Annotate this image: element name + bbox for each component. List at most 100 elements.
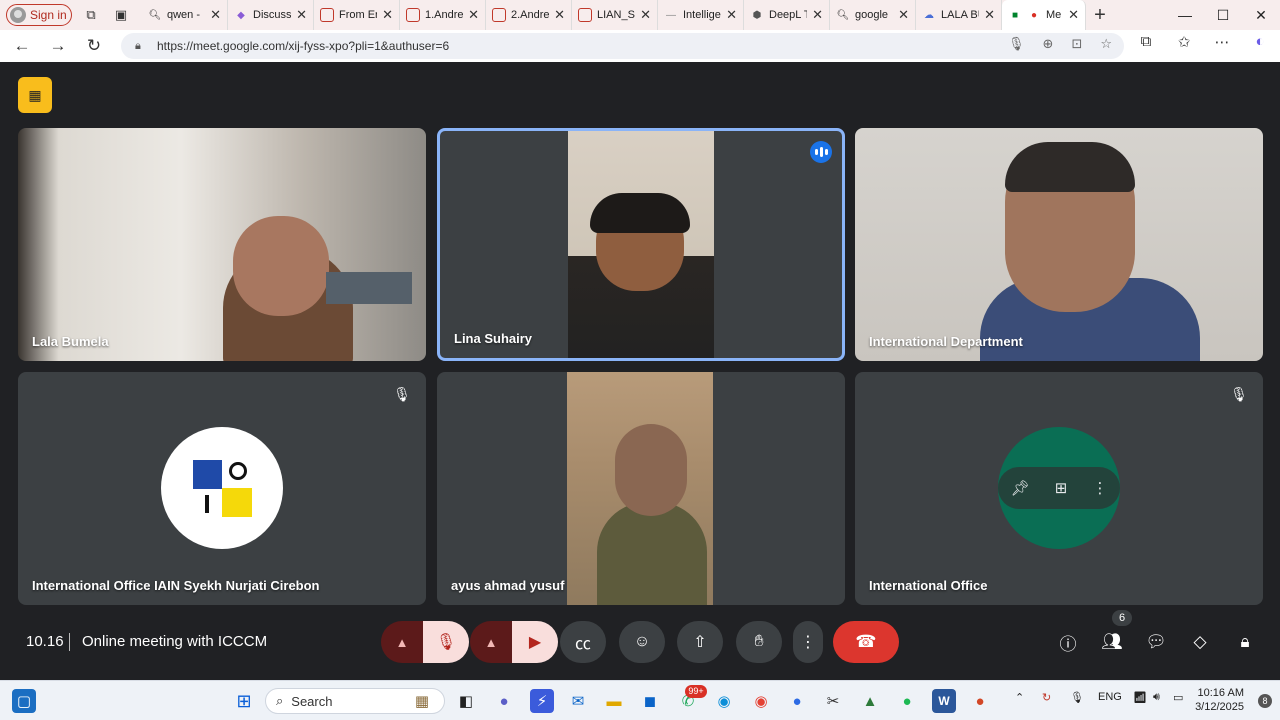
- language-indicator[interactable]: ENG: [1098, 691, 1122, 703]
- task-view-icon[interactable]: ◧: [454, 689, 478, 713]
- forward-icon[interactable]: →: [40, 30, 76, 62]
- chat-app-icon[interactable]: ●: [492, 689, 516, 713]
- tab[interactable]: — Intellige ✕: [658, 0, 744, 30]
- chrome-icon[interactable]: ◉: [749, 689, 773, 713]
- tab[interactable]: 🔍︎ google ✕: [830, 0, 916, 30]
- host-controls-icon[interactable]: 🔒︎: [1228, 625, 1262, 659]
- pdf-icon: [492, 8, 506, 22]
- site-info-icon[interactable]: 🔒︎: [135, 40, 149, 53]
- browser-tab-bar: Sign in ⧉ ▣ 🔍︎ qwen - ✕ ◆ Discuss ✕ From Er ✕…: [0, 0, 1280, 30]
- adjust-frame-icon[interactable]: ⊞: [1055, 479, 1068, 497]
- close-tab-icon[interactable]: ✕: [554, 7, 565, 23]
- close-tab-icon[interactable]: ✕: [382, 7, 393, 23]
- activities-icon[interactable]: ◇: [1183, 625, 1217, 659]
- participant-tile[interactable]: Lala Bumela: [18, 128, 426, 361]
- close-tab-icon[interactable]: ✕: [898, 7, 909, 23]
- tab[interactable]: From Er ✕: [314, 0, 400, 30]
- leave-call-button[interactable]: ☎︎: [833, 621, 899, 663]
- mail-icon[interactable]: ✉︎: [566, 689, 590, 713]
- back-icon[interactable]: ←: [4, 30, 40, 62]
- zoom-icon[interactable]: ⊕: [1043, 36, 1054, 52]
- word-icon[interactable]: W: [932, 689, 956, 713]
- people-icon[interactable]: 👥︎: [1095, 625, 1129, 659]
- store-icon[interactable]: ◼︎: [638, 689, 662, 713]
- close-tab-icon[interactable]: ✕: [984, 7, 995, 23]
- extensions-icon[interactable]: ⧉: [1134, 33, 1158, 51]
- meeting-details-icon[interactable]: ⓘ: [1051, 625, 1085, 659]
- camera-off-button[interactable]: ▶︎: [512, 621, 558, 663]
- url-text: https://meet.google.com/xij-fyss-xpo?pli…: [157, 39, 450, 53]
- cloud-icon: ☁: [924, 9, 934, 21]
- file-explorer-icon[interactable]: ▬: [602, 689, 626, 713]
- minimize-icon[interactable]: —: [1166, 0, 1204, 30]
- tab-active[interactable]: ■ ● Me ✕: [1002, 0, 1086, 30]
- maximize-icon[interactable]: ☐: [1204, 0, 1242, 30]
- raise-hand-button[interactable]: ✋︎: [736, 621, 782, 663]
- close-tab-icon[interactable]: ✕: [640, 7, 651, 23]
- audio-options-chevron-icon[interactable]: ▲: [381, 621, 423, 663]
- close-tab-icon[interactable]: ✕: [296, 7, 307, 23]
- close-window-icon[interactable]: ✕: [1242, 0, 1280, 30]
- spotify-icon[interactable]: ●: [895, 689, 919, 713]
- notification-count[interactable]: 8: [1258, 694, 1272, 708]
- emoji-button[interactable]: ☺: [619, 621, 665, 663]
- tab-actions-icon[interactable]: ▣: [110, 4, 132, 26]
- pin-icon[interactable]: 📌︎: [1011, 479, 1030, 497]
- start-icon[interactable]: ⊞: [232, 689, 256, 713]
- participant-tile[interactable]: 🎙︎ 📌︎ ⊞ ⋮ International Office: [855, 372, 1263, 605]
- close-tab-icon[interactable]: ✕: [812, 7, 823, 23]
- captions-off-icon[interactable]: ▦: [18, 77, 52, 113]
- refresh-icon[interactable]: ↻: [76, 30, 112, 62]
- video-options-chevron-icon[interactable]: ▲: [470, 621, 512, 663]
- snipping-icon[interactable]: ✂︎: [821, 689, 845, 713]
- tab[interactable]: 🔍︎ qwen - ✕: [142, 0, 228, 30]
- favorite-star-icon[interactable]: ☆: [1100, 36, 1112, 52]
- app-available-icon[interactable]: ⊡: [1071, 36, 1082, 52]
- powerpoint-icon[interactable]: ●: [968, 689, 992, 713]
- window-controls: — ☐ ✕: [1166, 0, 1280, 30]
- participant-name: Lina Suhairy: [454, 331, 533, 346]
- show-hidden-icons[interactable]: ⌃: [1015, 691, 1024, 704]
- zoom-app-icon[interactable]: ●: [785, 689, 809, 713]
- participant-tile-speaking[interactable]: Lina Suhairy: [437, 128, 845, 361]
- mic-off-button[interactable]: 🎙︎: [423, 621, 469, 663]
- maps-icon[interactable]: ▲: [858, 689, 882, 713]
- tab[interactable]: LIAN_Sy✕: [572, 0, 658, 30]
- signin-button[interactable]: Sign in: [6, 4, 72, 26]
- participant-tile[interactable]: ayus ahmad yusuf: [437, 372, 845, 605]
- captions-button[interactable]: ㏄: [560, 621, 606, 663]
- tray-app-icon[interactable]: ↻: [1042, 691, 1051, 704]
- close-tab-icon[interactable]: ✕: [1068, 7, 1079, 23]
- wifi-icon[interactable]: 📶︎: [1133, 691, 1147, 704]
- tab[interactable]: 1.Andre ✕: [400, 0, 486, 30]
- chat-icon[interactable]: 💬︎: [1139, 625, 1173, 659]
- tab[interactable]: ☁LALA BU✕: [916, 0, 1002, 30]
- video-feed: [568, 131, 714, 358]
- more-menu-icon[interactable]: ⋯: [1210, 33, 1234, 51]
- battery-icon[interactable]: ▭: [1173, 691, 1183, 704]
- tab[interactable]: 2.Andre ✕: [486, 0, 572, 30]
- tab[interactable]: ⬢ DeepL T ✕: [744, 0, 830, 30]
- workspaces-icon[interactable]: ⧉: [80, 4, 102, 26]
- system-clock[interactable]: 10:16 AM 3/12/2025: [1195, 686, 1244, 714]
- app-icon[interactable]: ⚡︎: [530, 689, 554, 713]
- tile-more-icon[interactable]: ⋮: [1092, 479, 1107, 497]
- favorites-icon[interactable]: ✩: [1172, 33, 1196, 51]
- participant-tile[interactable]: 🎙︎ International Office IAIN Syekh Nurja…: [18, 372, 426, 605]
- close-tab-icon[interactable]: ✕: [726, 7, 737, 23]
- edge-icon[interactable]: ◉: [712, 689, 736, 713]
- close-tab-icon[interactable]: ✕: [210, 7, 221, 23]
- close-tab-icon[interactable]: ✕: [468, 7, 479, 23]
- new-tab-button[interactable]: +: [1086, 4, 1114, 27]
- more-options-button[interactable]: ⋮: [793, 621, 823, 663]
- mic-tray-icon[interactable]: 🎙︎: [1070, 691, 1084, 704]
- copilot-icon[interactable]: ◐: [1248, 33, 1272, 51]
- participant-tile[interactable]: International Department: [855, 128, 1263, 361]
- url-field[interactable]: 🔒︎ https://meet.google.com/xij-fyss-xpo?…: [121, 33, 1124, 59]
- tab[interactable]: ◆ Discuss ✕: [228, 0, 314, 30]
- volume-icon[interactable]: 🔊︎: [1153, 691, 1160, 704]
- present-button[interactable]: ⇧: [677, 621, 723, 663]
- search-icon: 🔍︎: [148, 9, 162, 21]
- mic-in-use-icon[interactable]: 🎙︎: [1008, 36, 1025, 52]
- widgets-icon[interactable]: ▢: [12, 689, 36, 713]
